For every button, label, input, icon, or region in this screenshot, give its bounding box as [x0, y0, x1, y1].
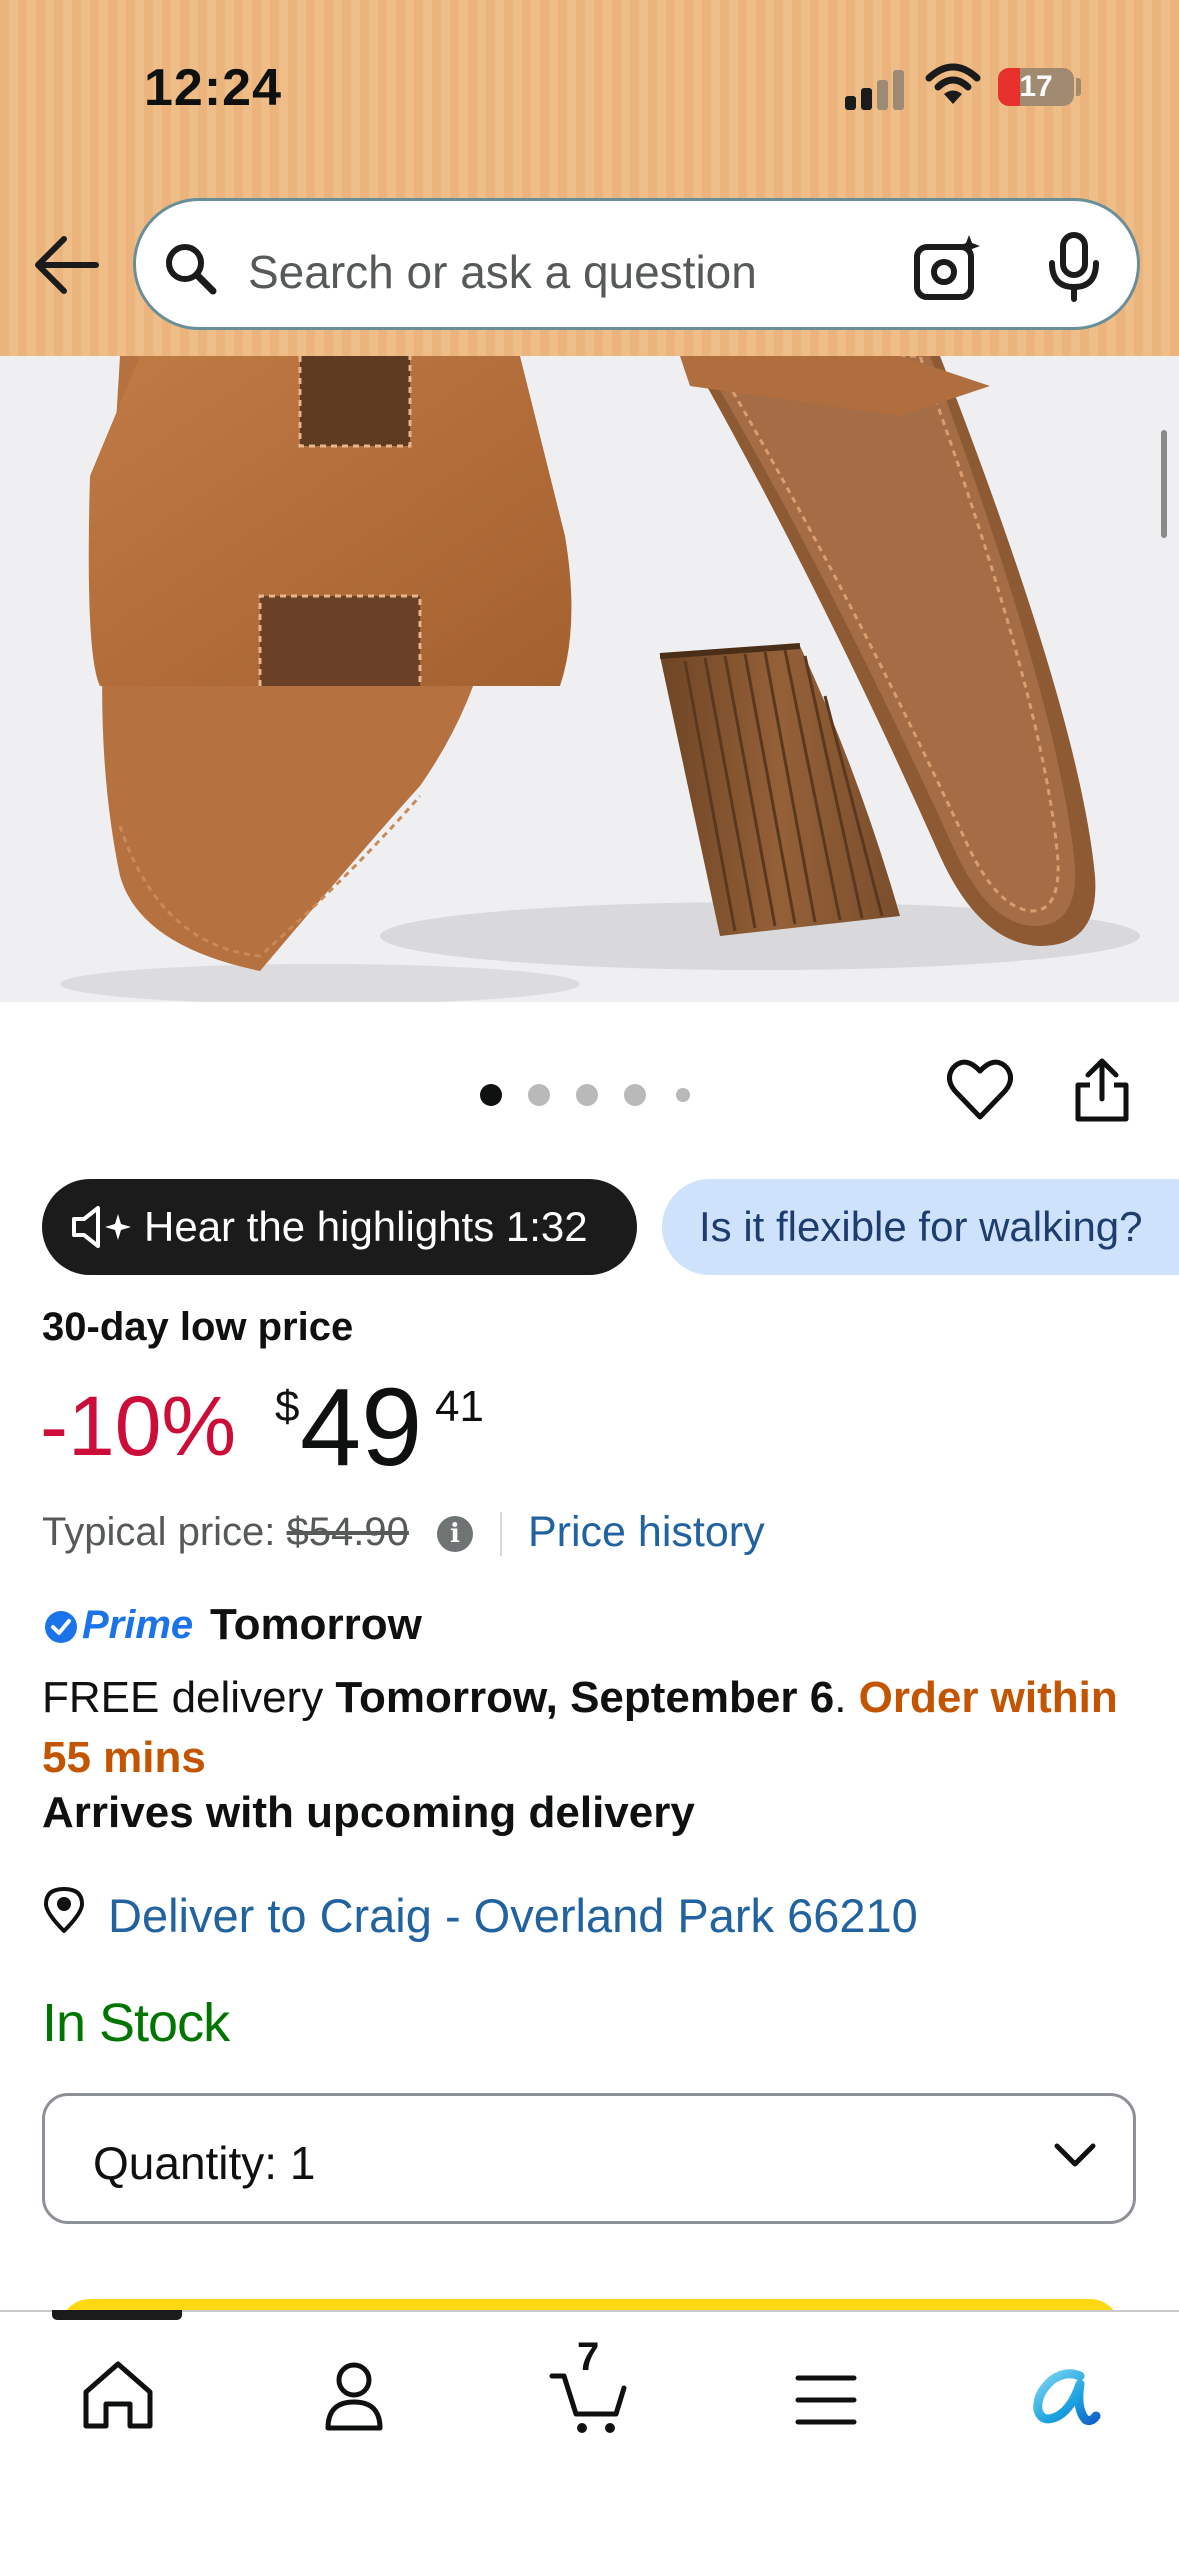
battery-level: 17 — [1019, 70, 1053, 103]
speaker-sparkle-icon — [72, 1206, 131, 1248]
back-arrow-icon[interactable] — [30, 225, 105, 305]
status-time: 12:24 — [144, 59, 282, 117]
divider — [500, 1512, 502, 1556]
location-pin-icon — [44, 1887, 84, 1933]
arrives-message: Arrives with upcoming delivery — [42, 1788, 695, 1837]
scroll-indicator — [1161, 430, 1167, 538]
delivery-message: FREE delivery Tomorrow, September 6. Ord… — [42, 1668, 1132, 1788]
search-bar[interactable] — [133, 198, 1140, 330]
typical-price: Typical price: $54.90 — [42, 1510, 409, 1555]
battery-icon: 17 — [998, 68, 1074, 106]
quantity-selector[interactable]: Quantity: 1 — [42, 2093, 1136, 2224]
discount-percent: -10% — [40, 1379, 237, 1473]
carousel-dot[interactable] — [624, 1084, 646, 1106]
delivery-period: . — [834, 1673, 859, 1722]
rufus-ai-icon — [1033, 2369, 1101, 2425]
quantity-value: 1 — [289, 2137, 316, 2189]
info-icon[interactable]: i — [437, 1516, 473, 1552]
quantity-label: Quantity: 1 — [93, 2137, 316, 2189]
typical-price-value: $54.90 — [286, 1510, 409, 1554]
product-image[interactable] — [0, 356, 1179, 1002]
carousel-dot[interactable] — [528, 1084, 550, 1106]
image-carousel-dots[interactable] — [480, 1080, 700, 1110]
suggested-question-chip[interactable]: Is it flexible for walking? — [662, 1179, 1179, 1275]
header: 12:24 17 — [0, 0, 1179, 356]
carousel-dot[interactable] — [480, 1084, 502, 1106]
microphone-icon[interactable] — [1046, 231, 1102, 303]
delivery-date: Tomorrow, September 6 — [335, 1673, 835, 1722]
deliver-to-link[interactable]: Deliver to Craig - Overland Park 66210 — [108, 1888, 918, 1943]
price-whole: 49 — [300, 1366, 423, 1489]
price-history-link[interactable]: Price history — [528, 1508, 765, 1557]
heart-icon[interactable] — [945, 1055, 1015, 1125]
menu-icon — [795, 2375, 857, 2425]
cart-count-badge: 7 — [577, 2335, 600, 2379]
sandal-photo — [60, 356, 1140, 1002]
delivery-free-label: FREE delivery — [42, 1673, 336, 1722]
currency-symbol: $ — [275, 1382, 300, 1431]
tab-home[interactable] — [58, 2340, 178, 2440]
chevron-down-icon — [1054, 2143, 1096, 2167]
tab-rufus[interactable] — [1002, 2340, 1122, 2440]
prime-delivery-day: Tomorrow — [210, 1600, 422, 1649]
account-icon — [325, 2362, 383, 2431]
deal-badge: 30-day low price — [42, 1305, 354, 1349]
share-icon[interactable] — [1070, 1055, 1134, 1125]
search-input[interactable] — [248, 245, 888, 299]
home-icon — [83, 2361, 153, 2429]
carousel-dot[interactable] — [576, 1084, 598, 1106]
typical-price-label: Typical price: — [42, 1510, 276, 1554]
cellular-signal-icon — [845, 70, 905, 110]
active-tab-indicator — [52, 2310, 182, 2320]
price-fraction: 41 — [435, 1382, 484, 1431]
wifi-icon — [925, 63, 981, 104]
tab-account[interactable] — [294, 2340, 414, 2440]
hear-highlights-button[interactable]: Hear the highlights 1:32 — [42, 1179, 637, 1275]
prime-logo: Prime — [82, 1603, 194, 1647]
hear-highlights-label: Hear the highlights 1:32 — [144, 1203, 588, 1250]
camera-lens-icon[interactable] — [911, 233, 983, 305]
suggested-question-label: Is it flexible for walking? — [699, 1203, 1143, 1250]
carousel-dot[interactable] — [676, 1088, 690, 1102]
stock-status: In Stock — [42, 1993, 230, 2053]
tab-menu[interactable] — [766, 2340, 886, 2440]
search-icon — [166, 244, 217, 295]
prime-check-icon — [45, 1611, 77, 1643]
tab-cart[interactable]: 7 — [530, 2335, 650, 2440]
